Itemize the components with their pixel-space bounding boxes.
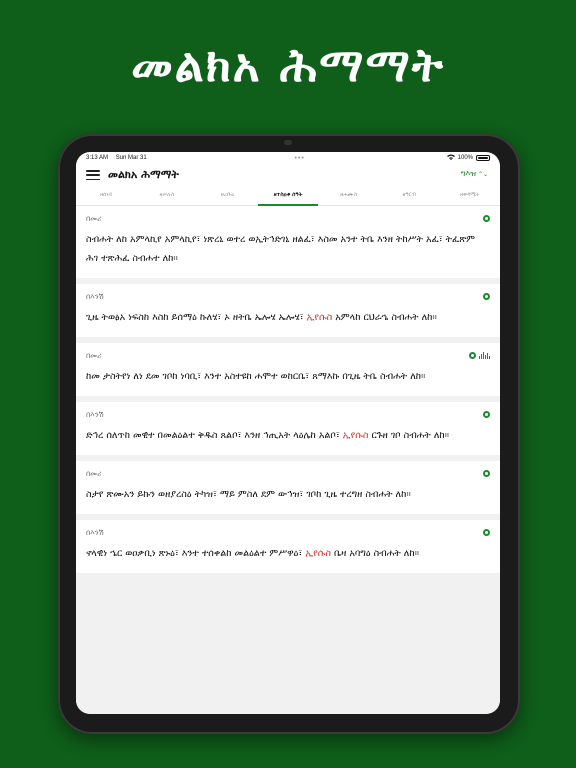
card-role-label: በእንሽ (86, 528, 104, 537)
status-date: Sun Mar 31 (115, 155, 147, 161)
card-text: ከመ ታስትየነ ለነ ደመ ገቦከ ነባቢ፣ እንተ አስተዩከ ሐሞተ ወከ… (86, 367, 490, 386)
card-text-part: ስታየ ጽሙአን ይኩን ወዘያረስዕ ትካዝ፣ ማይ ምስለ ደም ውኅዝ፣ … (86, 489, 411, 500)
prayer-card: በመሪ ስታየ ጽሙአን ይኩን ወዘያረስዕ ትካዝ፣ ማይ ምስለ ደም ውኅ… (76, 461, 500, 514)
card-text-part: ርጉዘ ገቦ ስብሐት ለከ። (368, 430, 450, 441)
card-role-label: በመሪ (86, 214, 102, 223)
chevron-updown-icon: ⌃⌄ (477, 171, 488, 178)
tablet-frame: 3:13 AM Sun Mar 31 ••• 100% መልክአ ሕማማት ግእ… (58, 134, 520, 734)
tab-bar: ዘሰኑይ ዘሠሉስ ዘረቡዕ ዘተስዐቱ ሰዓት ዘሐሙስ ዘዓርብ ዘቀዳሚት (76, 186, 500, 206)
card-actions (483, 293, 490, 300)
card-role-label: በመሪ (86, 469, 102, 478)
wifi-icon (446, 154, 455, 162)
card-role-label: በእንሽ (86, 410, 104, 419)
prayer-card: በእንሽ ጊዜ ትወፅአ ነፍስከ እስከ ይሰማዕ ኩለሄ፣ ኦ ዘትቤ ኤሎሄ… (76, 284, 500, 337)
settings-gear-icon[interactable] (483, 529, 490, 536)
card-text: ጊዜ ትወፅአ ነፍስከ እስከ ይሰማዕ ኩለሄ፣ ኦ ዘትቤ ኤሎሄ ኤሎሄ… (86, 308, 490, 327)
settings-gear-icon[interactable] (483, 470, 490, 477)
prayer-card: በመሪ ከመ ታስትየነ ለነ ደመ ገቦከ ነባቢ፣ እንተ አስተዩከ ሐሞተ… (76, 343, 500, 396)
promo-title: መልክአ ሕማማት (131, 38, 445, 92)
battery-percent: 100% (457, 155, 473, 161)
card-text: ስብሐት ለከ አምላኪየ አምላኪየ፣ ነጽረኒ ወተረ ወኢትኅድገኒ ዘል… (86, 230, 490, 268)
settings-gear-icon[interactable] (469, 352, 476, 359)
highlighted-name: ኢየሱስ (306, 312, 333, 323)
card-text-part: ቤዛ አባግዕ ስብሐት ለከ። (330, 548, 420, 559)
prayer-card: በእንሽ ኖላዊነ ኄር ወዐቃቢነ ጽኑዕ፣ እንተ ተሰቀልከ መልዕልተ ም… (76, 520, 500, 573)
language-select[interactable]: ግእዝ ⌃⌄ (461, 169, 488, 179)
status-bar: 3:13 AM Sun Mar 31 ••• 100% (76, 152, 500, 164)
card-text-part: ድኅረ ሰለጥከ መዊተ በመልዕልተ ቅዱስ ጸልቦ፣ እንዘ ኅጢአት ላዕ… (86, 430, 343, 441)
tab-1[interactable]: ዘሠሉስ (137, 186, 198, 205)
highlighted-name: ኢየሱስ (305, 548, 331, 559)
prayer-list: በመሪ ስብሐት ለከ አምላኪየ አምላኪየ፣ ነጽረኒ ወተረ ወኢትኅድገኒ… (76, 206, 500, 714)
camera (284, 140, 292, 145)
settings-gear-icon[interactable] (483, 411, 490, 418)
tab-2[interactable]: ዘረቡዕ (197, 186, 258, 205)
card-actions (469, 352, 490, 359)
nav-bar: መልክአ ሕማማት ግእዝ ⌃⌄ (76, 164, 500, 186)
card-role-label: በመሪ (86, 351, 102, 360)
settings-gear-icon[interactable] (483, 293, 490, 300)
audio-waveform-icon[interactable] (479, 352, 490, 359)
tab-0[interactable]: ዘሰኑይ (76, 186, 137, 205)
menu-icon[interactable] (86, 170, 100, 180)
card-actions (483, 215, 490, 222)
status-time: 3:13 AM (86, 155, 109, 161)
card-text-part: ጊዜ ትወፅአ ነፍስከ እስከ ይሰማዕ ኩለሄ፣ ኦ ዘትቤ ኤሎሄ ኤሎሄ… (86, 312, 307, 323)
card-actions (483, 411, 490, 418)
card-text-part: ስብሐት ለከ አምላኪየ አምላኪየ፣ ነጽረኒ ወተረ ወኢትኅድገኒ ዘል… (86, 234, 476, 264)
prayer-card: በእንሽ ድኅረ ሰለጥከ መዊተ በመልዕልተ ቅዱስ ጸልቦ፣ እንዘ ኅጢአ… (76, 402, 500, 455)
prayer-card: በመሪ ስብሐት ለከ አምላኪየ አምላኪየ፣ ነጽረኒ ወተረ ወኢትኅድገኒ… (76, 206, 500, 278)
card-actions (483, 470, 490, 477)
card-text-part: አምላከ ርህራኄ ስብሐት ለከ። (332, 312, 437, 323)
card-text: ድኅረ ሰለጥከ መዊተ በመልዕልተ ቅዱስ ጸልቦ፣ እንዘ ኅጢአት ላዕ… (86, 426, 490, 445)
multitask-dots-icon[interactable]: ••• (295, 155, 305, 162)
tab-5[interactable]: ዘዓርብ (379, 186, 440, 205)
highlighted-name: ኢየሱስ (342, 430, 369, 441)
tab-6[interactable]: ዘቀዳሚት (439, 186, 500, 205)
app-screen: 3:13 AM Sun Mar 31 ••• 100% መልክአ ሕማማት ግእ… (76, 152, 500, 714)
card-text-part: ከመ ታስትየነ ለነ ደመ ገቦከ ነባቢ፣ እንተ አስተዩከ ሐሞተ ወከ… (86, 371, 426, 382)
tab-3[interactable]: ዘተስዐቱ ሰዓት (257, 186, 319, 206)
settings-gear-icon[interactable] (483, 215, 490, 222)
battery-icon (476, 155, 490, 161)
card-role-label: በእንሽ (86, 292, 104, 301)
card-text: ኖላዊነ ኄር ወዐቃቢነ ጽኑዕ፣ እንተ ተሰቀልከ መልዕልተ ምሥዋዕ፣… (86, 544, 490, 563)
page-title: መልክአ ሕማማት (108, 168, 179, 181)
card-text: ስታየ ጽሙአን ይኩን ወዘያረስዕ ትካዝ፣ ማይ ምስለ ደም ውኅዝ፣ … (86, 485, 490, 504)
card-text-part: ኖላዊነ ኄር ወዐቃቢነ ጽኑዕ፣ እንተ ተሰቀልከ መልዕልተ ምሥዋዕ፣ (86, 548, 306, 559)
language-label: ግእዝ (460, 169, 476, 178)
tab-4[interactable]: ዘሐሙስ (318, 186, 379, 205)
card-actions (483, 529, 490, 536)
